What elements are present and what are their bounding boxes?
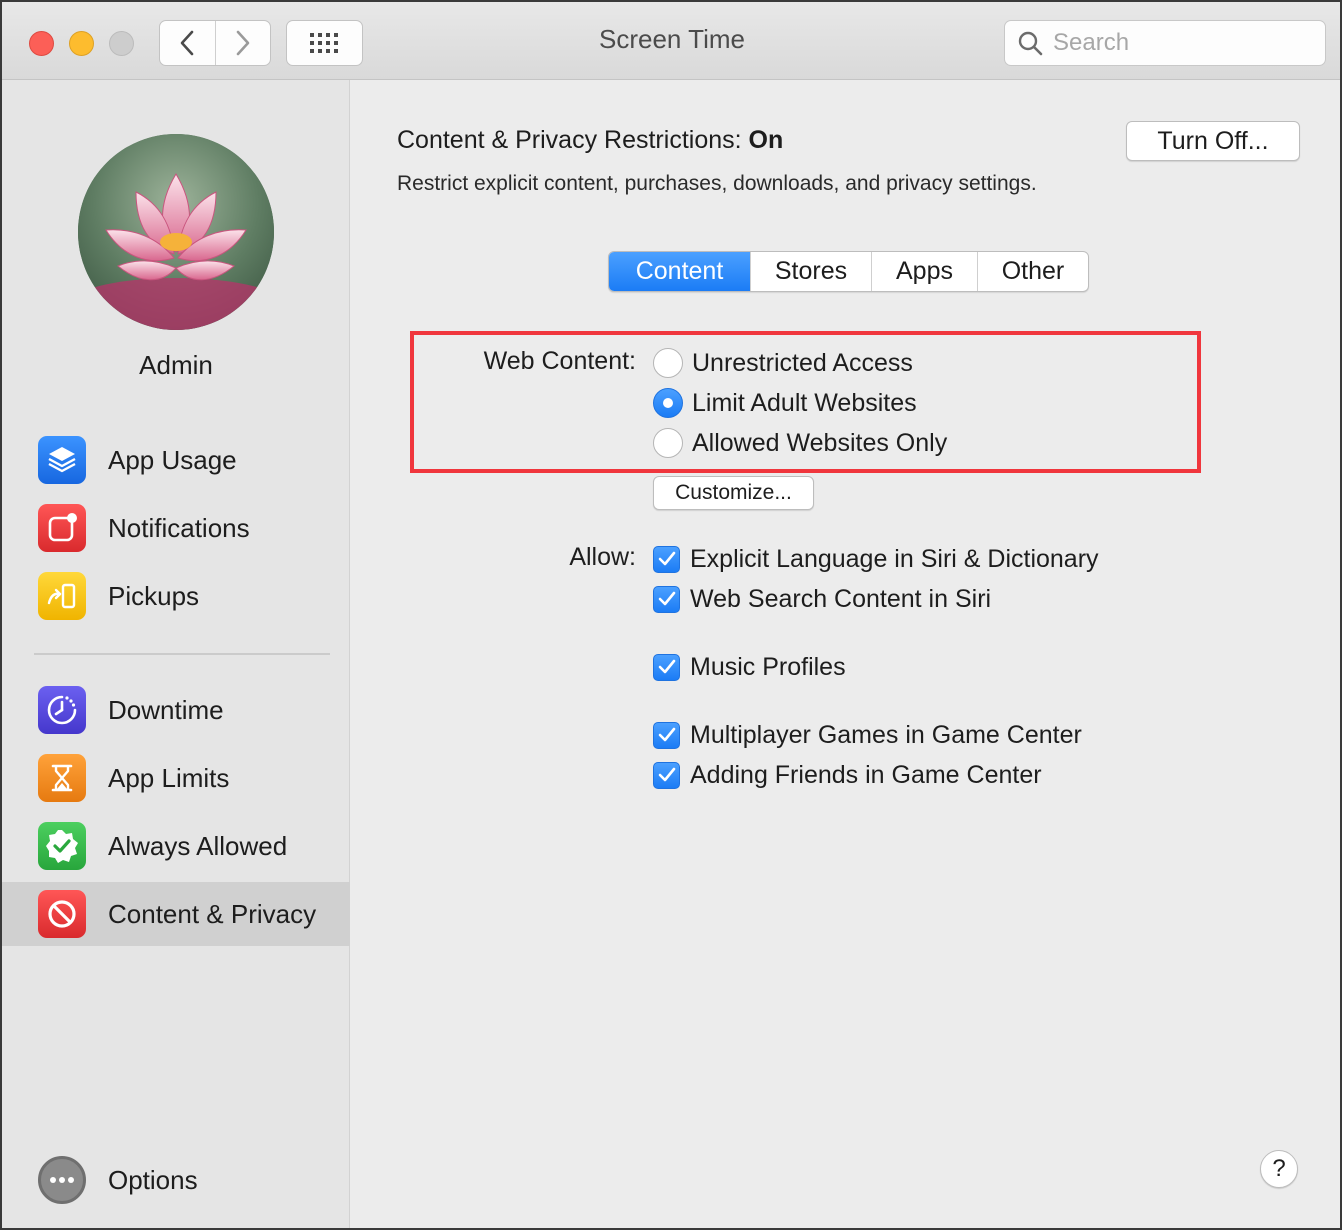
user-avatar[interactable] — [78, 134, 274, 330]
sidebar-item-label: Options — [108, 1164, 198, 1195]
title-bar: Screen Time — [2, 2, 1340, 80]
tab-stores[interactable]: Stores — [750, 252, 871, 291]
web-content-label: Web Content: — [483, 347, 636, 375]
layers-icon — [38, 436, 86, 484]
sidebar-item-pickups[interactable]: Pickups — [2, 564, 350, 628]
allow-label: Allow: — [569, 543, 636, 571]
pickup-phone-icon — [38, 572, 86, 620]
restrictions-state: On — [748, 126, 784, 154]
checkbox-web-search-content[interactable]: Web Search Content in Siri — [653, 581, 991, 617]
minimize-window-button[interactable] — [69, 31, 94, 56]
notification-badge-icon — [38, 504, 86, 552]
restrictions-status: Content & Privacy Restrictions: On — [397, 126, 783, 155]
customize-button[interactable]: Customize... — [653, 476, 814, 510]
checkbox[interactable] — [653, 721, 680, 749]
user-name: Admin — [139, 350, 213, 380]
checkbox[interactable] — [653, 585, 680, 613]
sidebar-item-label: App Usage — [108, 444, 237, 475]
grid-icon — [309, 33, 338, 53]
turn-off-button[interactable]: Turn Off... — [1126, 121, 1300, 161]
tab-content[interactable]: Content — [609, 252, 750, 291]
more-options-icon — [38, 1156, 86, 1204]
chevron-left-icon — [180, 30, 194, 56]
radio-button[interactable] — [653, 348, 683, 378]
radio-unrestricted-access[interactable]: Unrestricted Access — [653, 345, 913, 381]
sidebar-item-label: Downtime — [108, 694, 224, 725]
chevron-right-icon — [236, 30, 250, 56]
checkmark-icon — [658, 551, 675, 566]
sidebar: Admin App Usage Notifications Pickups Do… — [2, 80, 350, 1228]
radio-button[interactable] — [653, 428, 683, 458]
restrictions-label: Content & Privacy Restrictions: — [397, 126, 742, 154]
checkbox-label: Adding Friends in Game Center — [690, 760, 1042, 789]
radio-allowed-websites-only[interactable]: Allowed Websites Only — [653, 425, 947, 461]
downtime-clock-icon — [38, 686, 86, 734]
checkbox-explicit-language[interactable]: Explicit Language in Siri & Dictionary — [653, 541, 1099, 577]
checkbox[interactable] — [653, 653, 680, 681]
sidebar-item-always-allowed[interactable]: Always Allowed — [2, 814, 350, 878]
show-all-button[interactable] — [286, 20, 363, 66]
system-preferences-window: Screen Time Search Admin App Usage Notif… — [0, 0, 1342, 1230]
tab-apps[interactable]: Apps — [871, 252, 977, 291]
hourglass-icon — [38, 754, 86, 802]
sidebar-divider — [34, 653, 330, 655]
checkbox-music-profiles[interactable]: Music Profiles — [653, 649, 846, 685]
sidebar-item-label: App Limits — [108, 762, 230, 793]
checkmark-icon — [658, 659, 675, 674]
lotus-flower-image — [78, 134, 274, 330]
checkbox[interactable] — [653, 545, 680, 573]
checkmark-icon — [658, 767, 675, 782]
navigation-buttons — [159, 20, 271, 66]
radio-label: Limit Adult Websites — [692, 388, 917, 417]
window-title: Screen Time — [599, 24, 745, 54]
restrictions-tabs: Content Stores Apps Other — [608, 251, 1089, 292]
sidebar-item-options[interactable]: Options — [2, 1148, 350, 1212]
radio-label: Unrestricted Access — [692, 348, 913, 377]
radio-label: Allowed Websites Only — [692, 428, 948, 457]
checkbox-label: Explicit Language in Siri & Dictionary — [690, 544, 1099, 573]
checkbox-label: Web Search Content in Siri — [690, 584, 992, 613]
checkbox-label: Music Profiles — [690, 652, 846, 681]
content-pane: Content & Privacy Restrictions: On Restr… — [351, 80, 1340, 1228]
sidebar-item-label: Notifications — [108, 512, 250, 543]
restrictions-description: Restrict explicit content, purchases, do… — [397, 172, 1037, 195]
checkbox-multiplayer-games[interactable]: Multiplayer Games in Game Center — [653, 717, 1082, 753]
zoom-window-button[interactable] — [109, 31, 134, 56]
sidebar-item-downtime[interactable]: Downtime — [2, 678, 350, 742]
close-window-button[interactable] — [29, 31, 54, 56]
sidebar-item-notifications[interactable]: Notifications — [2, 496, 350, 560]
back-button[interactable] — [160, 21, 215, 65]
sidebar-item-content-privacy[interactable]: Content & Privacy — [2, 882, 350, 946]
checkbox[interactable] — [653, 761, 680, 789]
checkbox-adding-friends[interactable]: Adding Friends in Game Center — [653, 757, 1042, 793]
radio-button[interactable] — [653, 388, 683, 418]
checkmark-badge-icon — [38, 822, 86, 870]
sidebar-item-label: Always Allowed — [108, 830, 288, 861]
search-input[interactable] — [1053, 29, 1313, 57]
sidebar-item-app-limits[interactable]: App Limits — [2, 746, 350, 810]
no-entry-icon — [38, 890, 86, 938]
forward-button[interactable] — [214, 21, 271, 65]
sidebar-item-app-usage[interactable]: App Usage — [2, 428, 350, 492]
sidebar-item-label: Pickups — [108, 580, 200, 611]
radio-limit-adult-websites[interactable]: Limit Adult Websites — [653, 385, 917, 421]
checkbox-label: Multiplayer Games in Game Center — [690, 720, 1082, 749]
search-icon — [1018, 31, 1043, 56]
help-button[interactable]: ? — [1260, 1150, 1298, 1188]
tab-other[interactable]: Other — [977, 252, 1088, 291]
sidebar-item-label: Content & Privacy — [108, 898, 317, 929]
search-field[interactable] — [1004, 20, 1326, 66]
checkmark-icon — [658, 727, 675, 742]
checkmark-icon — [658, 591, 675, 606]
